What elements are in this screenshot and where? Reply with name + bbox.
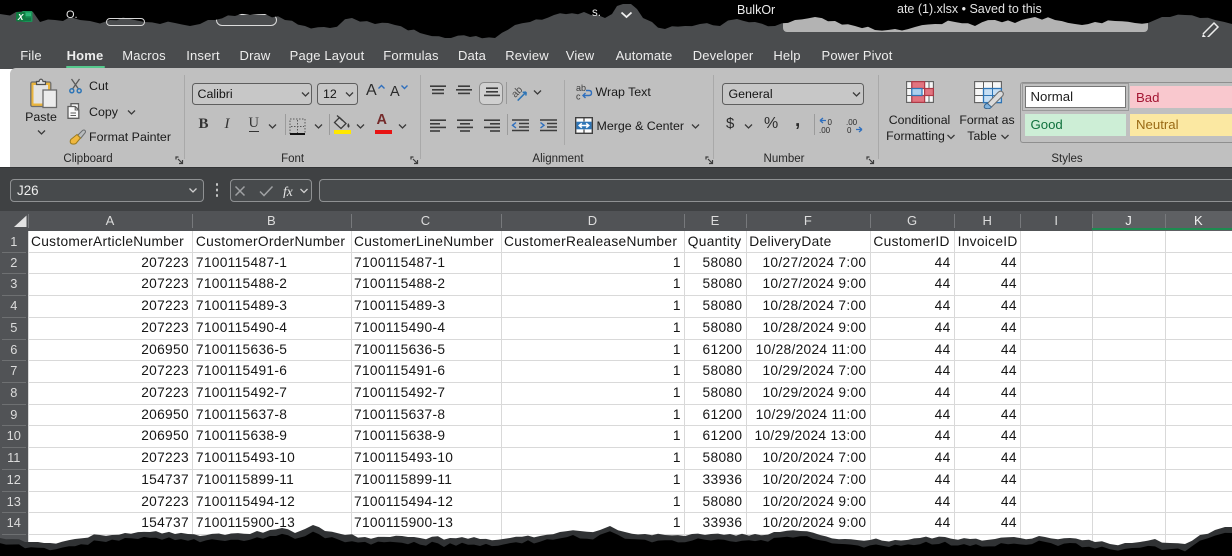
- svg-text:0: 0: [847, 126, 852, 134]
- svg-text:c: c: [576, 92, 581, 101]
- svg-text:.00: .00: [819, 126, 831, 134]
- svg-text:fx: fx: [283, 184, 293, 198]
